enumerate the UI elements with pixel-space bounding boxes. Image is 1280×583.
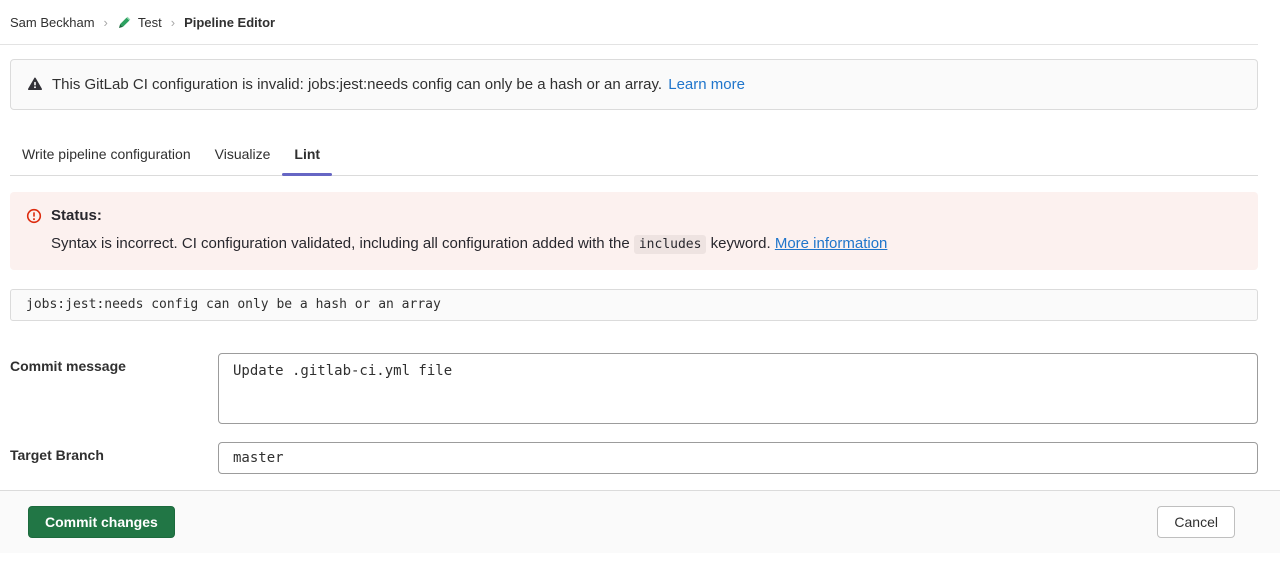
commit-form: Commit message Update .gitlab-ci.yml fil… (10, 353, 1258, 474)
tab-write-pipeline-configuration[interactable]: Write pipeline configuration (10, 137, 203, 175)
commit-message-row: Commit message Update .gitlab-ci.yml fil… (10, 353, 1258, 424)
pipeline-editor-tabs: Write pipeline configuration Visualize L… (10, 137, 1258, 176)
breadcrumb-separator: › (104, 15, 108, 30)
banner-message: This GitLab CI configuration is invalid:… (52, 76, 662, 93)
cancel-button[interactable]: Cancel (1157, 506, 1235, 538)
commit-message-textarea[interactable]: Update .gitlab-ci.yml file (218, 353, 1258, 424)
more-information-link[interactable]: More information (775, 235, 888, 252)
lint-status-alert: Status: Syntax is incorrect. CI configur… (10, 192, 1258, 270)
lint-error-message: jobs:jest:needs config can only be a has… (10, 289, 1258, 321)
commit-message-label: Commit message (10, 353, 218, 374)
breadcrumb: Sam Beckham › Test › Pipeline Editor (0, 0, 1258, 45)
lint-status-text-after: keyword. (711, 235, 771, 252)
commit-action-bar: Commit changes Cancel (0, 490, 1280, 553)
invalid-config-banner: This GitLab CI configuration is invalid:… (10, 59, 1258, 110)
target-branch-label: Target Branch (10, 442, 218, 463)
breadcrumb-item-user[interactable]: Sam Beckham (10, 15, 95, 30)
breadcrumb-item-current-page: Pipeline Editor (184, 15, 275, 30)
lint-status-text-before: Syntax is incorrect. CI configuration va… (51, 235, 630, 252)
error-circle-icon (26, 208, 42, 224)
project-avatar-pencil-icon (117, 15, 132, 30)
tab-lint[interactable]: Lint (282, 137, 332, 175)
target-branch-input[interactable] (218, 442, 1258, 474)
breadcrumb-separator: › (171, 15, 175, 30)
lint-status-message: Syntax is incorrect. CI configuration va… (51, 233, 1242, 255)
tab-visualize[interactable]: Visualize (203, 137, 283, 175)
target-branch-row: Target Branch (10, 442, 1258, 474)
includes-code-chip: includes (634, 235, 707, 254)
lint-status-title: Status: (51, 207, 102, 224)
breadcrumb-item-project[interactable]: Test (138, 15, 162, 30)
commit-changes-button[interactable]: Commit changes (28, 506, 175, 538)
warning-triangle-icon (27, 76, 43, 92)
learn-more-link[interactable]: Learn more (668, 76, 745, 93)
